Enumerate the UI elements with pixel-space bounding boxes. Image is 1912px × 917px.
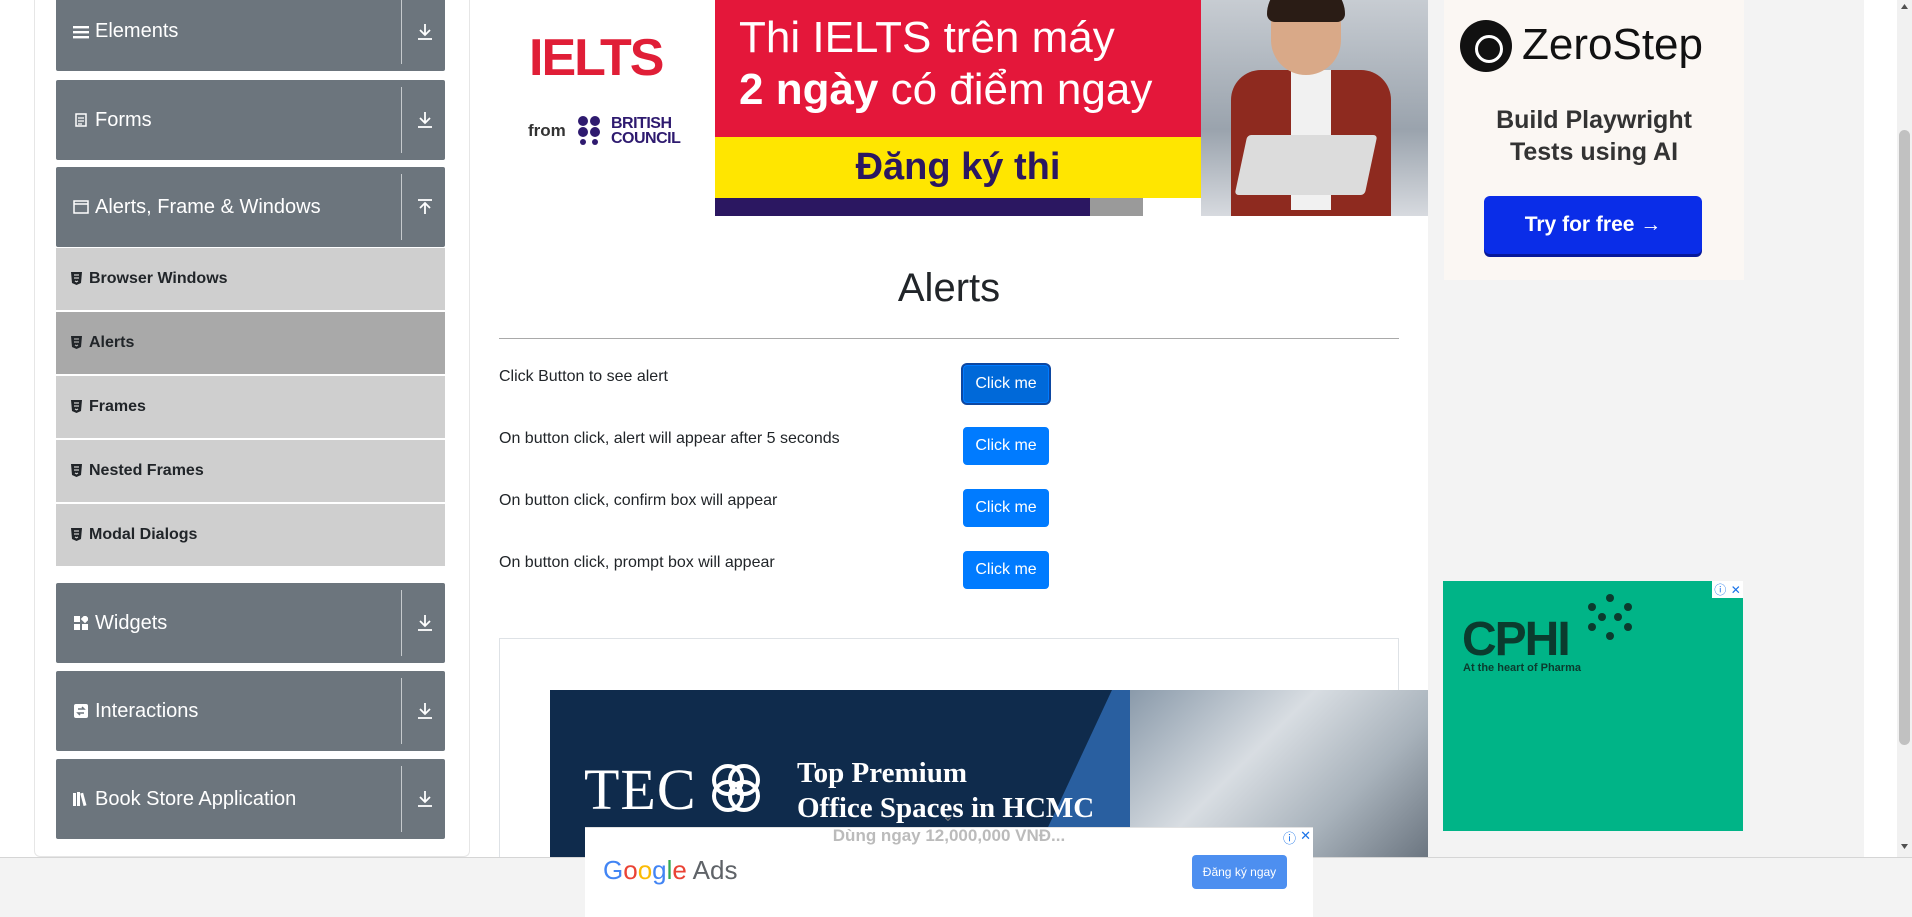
- google-ads-logo: Google Ads: [603, 855, 738, 885]
- sidebar-item-label: Frames: [89, 398, 146, 415]
- anchor-faded-text: Dùng ngay 12,000,000 VNĐ...: [832, 826, 1066, 845]
- divider: [401, 590, 402, 656]
- alert-row-label: Click Button to see alert: [499, 368, 668, 385]
- ielts-headline-rest: có điểm ngay: [878, 65, 1153, 114]
- download-icon[interactable]: [415, 22, 435, 42]
- group-header-interactions[interactable]: Interactions: [56, 671, 445, 751]
- sidebar-item-label: Modal Dialogs: [89, 526, 198, 543]
- info-icon[interactable]: ⓘ: [1714, 581, 1726, 598]
- ielts-student-photo: [1201, 0, 1428, 216]
- confirm-row-label: On button click, confirm box will appear: [499, 492, 778, 509]
- timer-alert-button[interactable]: Click me: [963, 427, 1049, 465]
- download-icon[interactable]: [415, 110, 435, 130]
- confirm-button[interactable]: Click me: [963, 489, 1049, 527]
- sidebar-item-label: Browser Windows: [89, 270, 228, 287]
- zerostep-tagline: Build Playwright Tests using AI: [1444, 104, 1744, 168]
- ielts-strip-gray: [1090, 198, 1143, 216]
- close-icon[interactable]: ✕: [1300, 828, 1311, 844]
- page-title: Alerts: [897, 266, 1001, 310]
- html5-icon: [71, 336, 83, 350]
- group-header-forms[interactable]: Forms: [56, 80, 445, 160]
- cphi-dots-icon: [1588, 594, 1632, 640]
- ielts-headline-panel: Thi IELTS trên máy 2 ngày có điểm ngay: [715, 0, 1201, 137]
- group-header-widgets[interactable]: Widgets: [56, 583, 445, 663]
- timer-alert-row-label: On button click, alert will appear after…: [499, 430, 840, 447]
- interactions-icon: [73, 703, 89, 719]
- ielts-logo: IELTS: [529, 29, 664, 87]
- group-header-book-store[interactable]: Book Store Application: [56, 759, 445, 839]
- sidebar-item-label: Alerts: [89, 334, 135, 351]
- close-icon[interactable]: ✕: [1731, 583, 1741, 597]
- teco-headline-line1: Top Premium: [797, 757, 967, 789]
- ielts-headline-bold: 2 ngày: [739, 65, 879, 114]
- ielts-strip: [715, 198, 1090, 216]
- scroll-down-icon[interactable]: [1900, 842, 1909, 851]
- group-label: Interactions: [95, 699, 199, 722]
- ielts-headline-line1: Thi IELTS trên máy: [739, 13, 1115, 62]
- sidebar-item-label: Nested Frames: [89, 462, 204, 479]
- teco-logo: TEC: [584, 757, 697, 822]
- hamburger-icon: [73, 24, 89, 40]
- chevron-down-icon[interactable]: ⌄: [936, 808, 960, 826]
- anchor-ad-choices[interactable]: ⓘ ✕: [1281, 828, 1313, 846]
- ielts-headline-line2: 2 ngày có điểm ngay: [739, 64, 1177, 116]
- group-label: Alerts, Frame & Windows: [95, 195, 321, 218]
- group-label: Book Store Application: [95, 787, 297, 810]
- info-icon[interactable]: ⓘ: [1283, 828, 1296, 846]
- zerostep-logo-icon: [1460, 20, 1512, 72]
- zerostep-tagline-line2: Tests using AI: [1509, 138, 1679, 166]
- title-divider: [499, 338, 1399, 339]
- divider: [401, 87, 402, 153]
- cphi-logo: CPHI: [1462, 613, 1571, 666]
- books-icon: [73, 791, 89, 807]
- ielts-cta[interactable]: Đăng ký thi: [715, 137, 1201, 198]
- divider: [401, 766, 402, 832]
- group-label: Forms: [95, 108, 152, 131]
- divider: [401, 174, 402, 240]
- prompt-row-label: On button click, prompt box will appear: [499, 554, 775, 571]
- zerostep-tagline-line1: Build Playwright: [1496, 106, 1692, 134]
- alerts-frame-windows-menu: Browser Windows Alerts Frames Nested Fra…: [56, 248, 445, 568]
- group-header-elements[interactable]: Elements: [56, 0, 445, 71]
- scroll-up-icon[interactable]: [1900, 2, 1909, 11]
- group-label: Widgets: [95, 611, 168, 634]
- british-council-text: BRITISH COUNCIL: [611, 115, 681, 147]
- ad-choices[interactable]: ⓘ ✕: [1712, 581, 1743, 598]
- google-ads-suffix: Ads: [686, 855, 738, 885]
- divider: [401, 0, 402, 64]
- person-hair: [1267, 0, 1345, 22]
- sidebar-item-alerts[interactable]: Alerts: [56, 312, 445, 374]
- british-council-logo-icon: [578, 116, 600, 145]
- document-icon: [73, 112, 89, 128]
- sidebar-item-modal-dialogs[interactable]: Modal Dialogs: [56, 504, 445, 566]
- group-header-alerts-frame-windows[interactable]: Alerts, Frame & Windows: [56, 167, 445, 247]
- laptop-image: [1234, 135, 1378, 195]
- sidebar-item-browser-windows[interactable]: Browser Windows: [56, 248, 445, 310]
- scrollbar-thumb[interactable]: [1899, 130, 1910, 745]
- cphi-subtitle: At the heart of Pharma: [1463, 662, 1581, 674]
- sidebar-item-nested-frames[interactable]: Nested Frames: [56, 440, 445, 502]
- upload-icon[interactable]: [415, 197, 435, 217]
- widgets-icon: [73, 615, 89, 631]
- council-line-1: BRITISH: [611, 115, 672, 132]
- ielts-from-text: from: [528, 121, 566, 140]
- try-for-free-button[interactable]: Try for free →: [1484, 196, 1702, 254]
- window-icon: [73, 199, 89, 215]
- group-label: Elements: [95, 20, 179, 42]
- html5-icon: [71, 272, 83, 286]
- html5-icon: [71, 464, 83, 478]
- anchor-signup-button[interactable]: Đăng ký ngay: [1192, 855, 1287, 889]
- html5-icon: [71, 400, 83, 414]
- alert-button[interactable]: Click me: [963, 365, 1049, 403]
- download-icon[interactable]: [415, 613, 435, 633]
- teco-rings-icon: [712, 764, 760, 812]
- sidebar-item-frames[interactable]: Frames: [56, 376, 445, 438]
- zerostep-name: ZeroStep: [1522, 20, 1703, 69]
- divider: [401, 678, 402, 744]
- prompt-button[interactable]: Click me: [963, 551, 1049, 589]
- download-icon[interactable]: [415, 789, 435, 809]
- council-line-2: COUNCIL: [611, 130, 681, 147]
- download-icon[interactable]: [415, 701, 435, 721]
- html5-icon: [71, 528, 83, 542]
